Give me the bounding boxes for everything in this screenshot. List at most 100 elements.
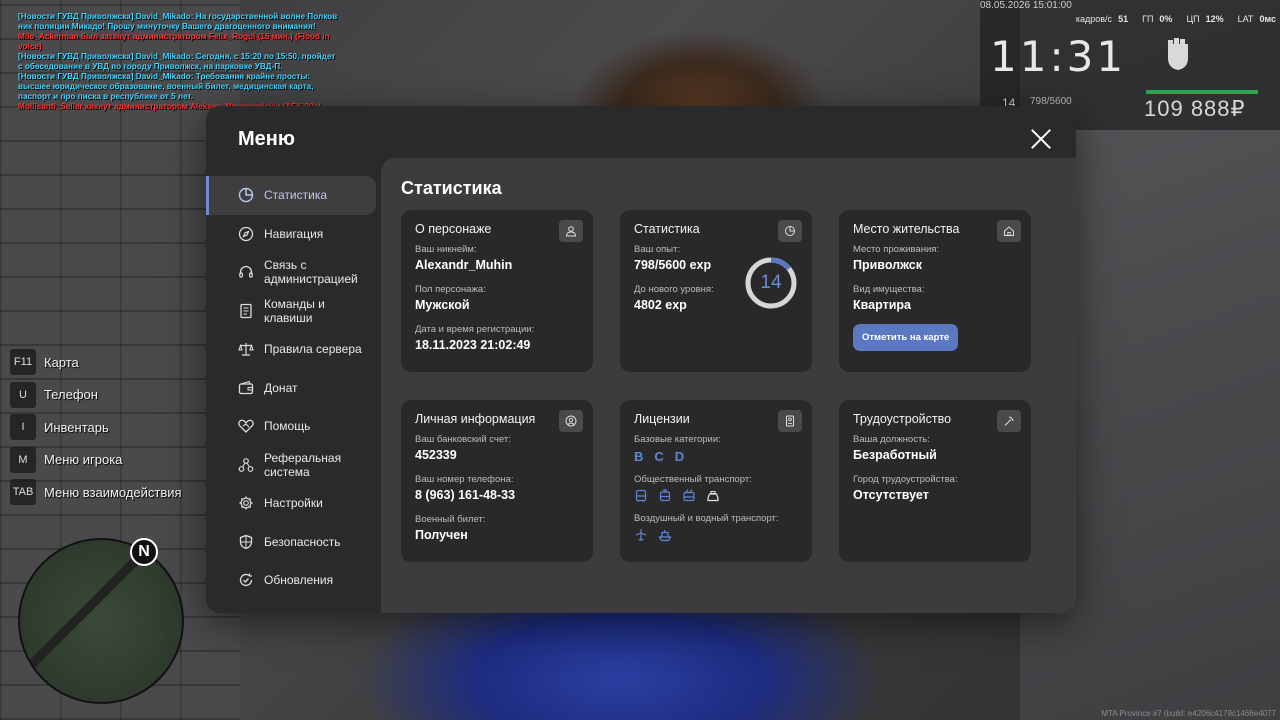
property-value: Квартира: [853, 298, 911, 312]
key-hint-label: Меню взаимодействия: [44, 484, 182, 500]
nav-item-settings[interactable]: Настройки: [206, 484, 376, 523]
air-water-transport-icons: [634, 528, 798, 542]
key-hint-label: Карта: [44, 354, 79, 370]
license-categories: B C D: [634, 449, 798, 464]
pickaxe-icon: [997, 410, 1021, 432]
job-post-value: Безработный: [853, 448, 937, 462]
content-title: Статистика: [401, 178, 502, 198]
key-hint-row: M Меню игрока: [10, 444, 182, 477]
mark-on-map-button[interactable]: Отметить на карте: [853, 324, 959, 351]
level-progress-ring: 14: [744, 256, 798, 310]
minimap: [18, 538, 184, 704]
hud-clock: 11:31: [990, 32, 1127, 81]
phone-value: 8 (963) 161-48-33: [415, 488, 516, 502]
card-licenses: Лицензии Базовые категории: B C D Общест…: [620, 400, 812, 562]
key-hints: F11 Карта U Телефон I Инвентарь M Меню и…: [10, 346, 182, 509]
sex-value: Мужской: [415, 298, 470, 312]
menu-title: Меню: [238, 128, 295, 150]
nav-item-label: Команды и клавиши: [264, 296, 325, 325]
nav-item-label: Навигация: [264, 226, 324, 241]
taxi-icon: [707, 491, 719, 502]
nav-item-statistics[interactable]: Статистика: [206, 176, 376, 215]
nav-item-label: Настройки: [264, 496, 323, 511]
network-icon: [238, 457, 254, 473]
build-watermark: MTA Province #7 (build: e4206c4179c1466e…: [1101, 709, 1276, 718]
field-label: Военный билет:: [415, 514, 486, 525]
registration-value: 18.11.2023 21:02:49: [415, 338, 531, 352]
license-icon: [778, 410, 802, 432]
cpu-label: ЦП: [1186, 14, 1200, 24]
hud-money: 109 888₽: [1144, 96, 1246, 121]
compass-north-icon: N: [130, 538, 158, 566]
nav-item-security[interactable]: Безопасность: [206, 523, 376, 562]
chat-line: [Новости ГУВД Приволжска] David_Mikado: …: [18, 12, 338, 31]
nickname-value: Alexandr_Muhin: [415, 258, 513, 272]
nav-item-label: Безопасность: [264, 534, 341, 549]
nav-item-help[interactable]: Помощь: [206, 407, 376, 446]
nav-item-commands[interactable]: Команды и клавиши: [206, 292, 376, 331]
handshake-icon: [238, 418, 254, 434]
license-category: B: [634, 449, 645, 464]
key-hint-row: U Телефон: [10, 379, 182, 412]
lat-value: 0мс: [1259, 14, 1276, 24]
card-title: Личная информация: [415, 412, 536, 426]
field-label: Ваша должность:: [853, 434, 930, 445]
nav-item-label: Реферальная система: [264, 450, 342, 479]
gpu-label: ГП: [1142, 14, 1154, 24]
key-hint-row: F11 Карта: [10, 346, 182, 379]
pie-chart-icon: [238, 187, 254, 203]
trolleybus-icon: [683, 489, 695, 502]
health-bar: [1146, 90, 1258, 94]
nav-item-label: Статистика: [264, 188, 328, 203]
menu-sidebar: Статистика Навигация Связь с администрац…: [206, 176, 376, 600]
license-category: C: [654, 449, 665, 464]
scales-icon: [238, 341, 254, 357]
lat-label: LAT: [1237, 14, 1254, 24]
bus-icon: [635, 489, 647, 502]
field-label: Ваш опыт:: [634, 244, 681, 255]
field-label: Пол персонажа:: [415, 284, 486, 295]
field-label: Воздушный и водный транспорт:: [634, 513, 779, 524]
key-hint-label: Меню игрока: [44, 452, 123, 468]
field-label: Вид имущества:: [853, 284, 925, 295]
nav-item-rules[interactable]: Правила сервера: [206, 330, 376, 369]
close-button[interactable]: [1030, 128, 1052, 150]
shield-icon: [238, 534, 254, 550]
card-title: Место жительства: [853, 222, 960, 236]
hud-datetime: 08.05.2026 15:01:00: [980, 0, 1072, 11]
chat-log: [Новости ГУВД Приволжска] David_Mikado: …: [18, 12, 338, 112]
boat-icon: [658, 530, 672, 542]
airplane-icon: [635, 529, 647, 541]
public-transport-icons: [634, 489, 798, 503]
military-id-value: Получен: [415, 528, 468, 542]
compass-icon: [238, 226, 254, 242]
refresh-check-icon: [238, 572, 254, 588]
nav-item-label: Правила сервера: [264, 342, 362, 357]
gear-icon: [238, 495, 254, 511]
key-badge: M: [10, 446, 36, 473]
card-character: О персонаже Ваш никнейм: Alexandr_Muhin …: [401, 210, 593, 372]
nav-item-label: Донат: [264, 380, 298, 395]
fps-label: кадров/с: [1075, 14, 1113, 24]
nav-item-updates[interactable]: Обновления: [206, 561, 376, 600]
nav-item-donate[interactable]: Донат: [206, 369, 376, 408]
card-title: Статистика: [634, 222, 700, 236]
menu-window: Меню Статистика Навигация Связь с админи…: [206, 106, 1076, 613]
level-number: 14: [760, 272, 782, 293]
nav-item-label: Связь с администрацией: [264, 258, 358, 287]
nav-item-navigation[interactable]: Навигация: [206, 215, 376, 254]
nav-item-label: Обновления: [264, 573, 334, 588]
tram-icon: [659, 489, 671, 502]
nav-item-referral[interactable]: Реферальная система: [206, 446, 376, 485]
wallet-icon: [238, 380, 254, 396]
cpu-value: 12%: [1205, 14, 1224, 24]
fist-icon: [1168, 38, 1188, 70]
field-label: Ваш никнейм:: [415, 244, 477, 255]
key-badge: U: [10, 381, 36, 408]
chat-line: [Новости ГУВД Приволжска] David_Mikado: …: [18, 52, 336, 71]
key-badge: I: [10, 414, 36, 441]
key-hint-row: I Инвентарь: [10, 411, 182, 444]
content-panel: Статистика О персонаже Ваш никнейм: Alex…: [381, 158, 1076, 613]
nav-item-contact-admin[interactable]: Связь с администрацией: [206, 253, 376, 292]
headset-icon: [238, 264, 254, 280]
